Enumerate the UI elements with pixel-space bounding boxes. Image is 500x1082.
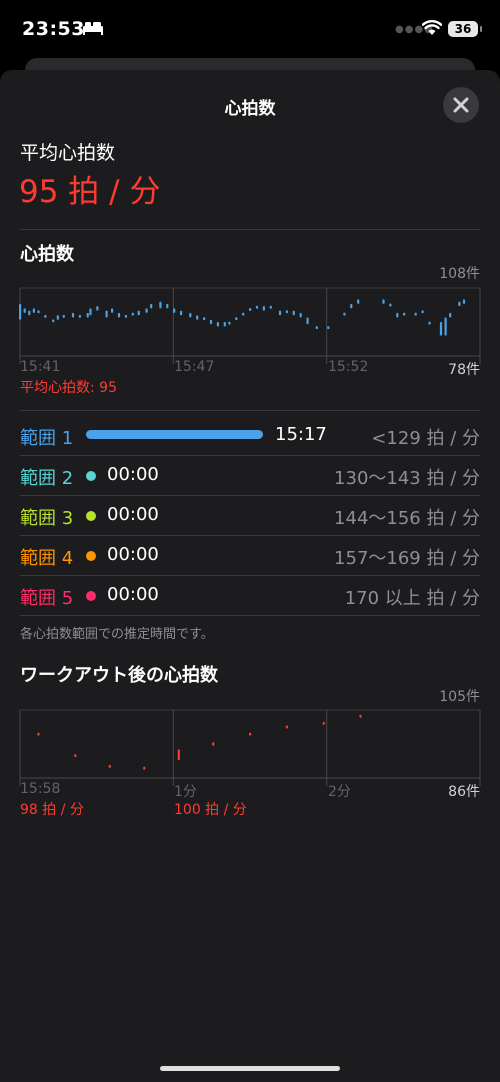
- heart-rate-sheet: 心拍数 平均心拍数 95 拍 / 分 心拍数 108件 78件 15:41 15…: [0, 70, 500, 1082]
- data-point: [359, 714, 362, 718]
- chart-sub-label: 98 拍 / 分: [20, 802, 84, 818]
- home-indicator[interactable]: [160, 1066, 340, 1071]
- status-time: 23:53: [22, 18, 85, 40]
- data-point: [249, 732, 252, 736]
- chart-x-label: 15:58: [20, 781, 61, 797]
- chart-x-label: 2分: [328, 784, 351, 800]
- post-workout-chart[interactable]: [0, 70, 500, 790]
- wifi-icon: [422, 20, 442, 35]
- sleep-focus-icon: [83, 22, 103, 35]
- data-point: [143, 766, 146, 770]
- data-point: [212, 742, 215, 746]
- data-point: [108, 764, 111, 768]
- battery-indicator: 36: [448, 21, 482, 37]
- status-bar: 23:53 ●●●● 36: [0, 0, 500, 62]
- data-point: [37, 732, 40, 736]
- data-point: [177, 749, 180, 761]
- chart-x-label: 1分: [174, 784, 197, 800]
- chart-y-min: 86件: [448, 784, 480, 800]
- data-point: [322, 721, 325, 725]
- data-point: [285, 725, 288, 729]
- data-point: [74, 754, 77, 758]
- chart-sub-label: 100 拍 / 分: [174, 802, 247, 818]
